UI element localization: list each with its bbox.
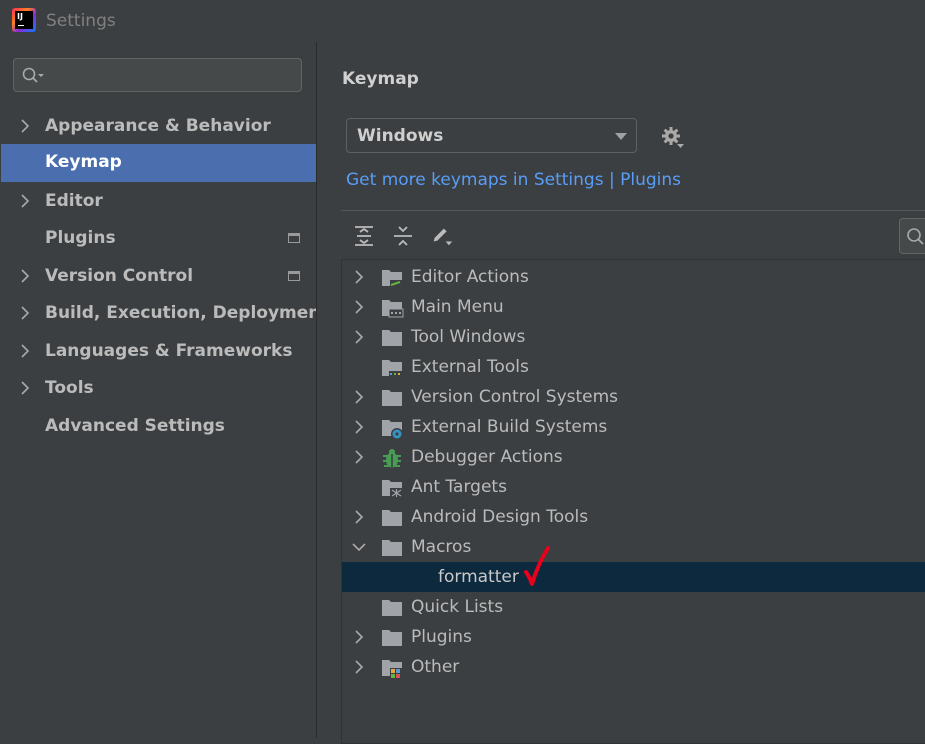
tree-row-label: formatter <box>438 567 519 587</box>
chevron-right-icon[interactable] <box>354 300 364 314</box>
sidebar-item-label: Advanced Settings <box>45 416 225 436</box>
sidebar-item-keymap[interactable]: Keymap <box>1 144 316 182</box>
keymap-panel: Keymap Windows Get more keymaps in Setti… <box>317 42 925 744</box>
sidebar-item-advanced-settings[interactable]: Advanced Settings <box>0 408 316 445</box>
tree-row-debugger-actions[interactable]: Debugger Actions <box>342 442 925 472</box>
chevron-right-icon <box>21 119 30 133</box>
sidebar-item-editor[interactable]: Editor <box>0 183 316 220</box>
search-icon <box>907 228 924 245</box>
intellij-logo-icon: IJ <box>12 8 36 32</box>
red-checkmark-icon <box>524 546 550 586</box>
tree-row-label: Macros <box>411 537 472 557</box>
tree-row-tool-windows[interactable]: Tool Windows <box>342 322 925 352</box>
get-more-keymaps-link[interactable]: Get more keymaps in Settings | Plugins <box>346 170 681 190</box>
chevron-right-icon <box>21 344 30 358</box>
settings-search-input[interactable] <box>13 58 302 92</box>
divider <box>341 210 925 211</box>
chevron-right-icon[interactable] <box>354 420 364 434</box>
search-icon <box>22 67 44 83</box>
tree-row-label: Ant Targets <box>411 477 507 497</box>
chevron-right-icon <box>21 269 30 283</box>
expand-all-icon[interactable] <box>352 224 376 248</box>
chevron-down-icon[interactable] <box>352 542 366 554</box>
sidebar-item-label: Version Control <box>45 266 194 286</box>
tree-row-main-menu[interactable]: Main Menu <box>342 292 925 322</box>
chevron-right-icon[interactable] <box>354 660 364 674</box>
folder-icon <box>382 330 402 346</box>
app-icon-text: IJ <box>17 12 23 21</box>
sidebar-item-label: Build, Execution, Deployment <box>45 303 329 323</box>
project-level-icon <box>288 271 300 281</box>
ant-folder-icon <box>382 480 403 498</box>
settings-sidebar: Appearance & Behavior Keymap Editor Plug… <box>0 42 329 738</box>
sidebar-item-label: Plugins <box>45 228 116 248</box>
window-title: Settings <box>46 11 116 31</box>
tree-row-label: External Build Systems <box>411 417 608 437</box>
tree-row-quick-lists[interactable]: Quick Lists <box>342 592 925 622</box>
sidebar-item-appearance-behavior[interactable]: Appearance & Behavior <box>0 108 316 145</box>
tree-row-external-build-systems[interactable]: External Build Systems <box>342 412 925 442</box>
chevron-right-icon[interactable] <box>354 330 364 344</box>
keymap-scheme-value: Windows <box>357 126 444 146</box>
keymap-scheme-select[interactable]: Windows <box>346 118 637 153</box>
build-systems-folder-icon <box>382 420 403 440</box>
tree-row-formatter[interactable]: formatter <box>342 546 925 592</box>
folder-icon <box>382 540 402 556</box>
tree-row-label: Version Control Systems <box>411 387 619 407</box>
other-folder-icon <box>382 660 403 678</box>
chevron-right-icon <box>21 381 30 395</box>
tree-row-plugins[interactable]: Plugins <box>342 622 925 652</box>
tree-row-label: Debugger Actions <box>411 447 563 467</box>
editor-actions-folder-icon <box>382 270 402 287</box>
gear-icon[interactable] <box>660 125 686 151</box>
folder-icon <box>382 630 402 646</box>
tree-row-version-control-systems[interactable]: Version Control Systems <box>342 382 925 412</box>
keymap-actions-tree[interactable]: Editor Actions Main Menu Tool Windows Ex… <box>341 259 925 744</box>
edit-shortcut-icon[interactable] <box>430 224 454 248</box>
tree-row-android-design-tools[interactable]: Android Design Tools <box>342 502 925 532</box>
tree-row-ant-targets[interactable]: Ant Targets <box>342 472 925 502</box>
tree-row-external-tools[interactable]: External Tools <box>342 352 925 382</box>
sidebar-item-version-control[interactable]: Version Control <box>0 258 316 295</box>
tree-row-label: Other <box>411 657 460 677</box>
sidebar-item-languages-frameworks[interactable]: Languages & Frameworks <box>0 333 316 370</box>
tree-row-label: Main Menu <box>411 297 504 317</box>
folder-icon <box>382 510 402 526</box>
title-bar: IJ Settings <box>0 0 925 43</box>
tree-row-label: Plugins <box>411 627 472 647</box>
chevron-right-icon[interactable] <box>354 450 364 464</box>
sidebar-item-label: Keymap <box>45 152 122 172</box>
tree-row-macros[interactable]: Macros <box>342 532 925 562</box>
folder-icon <box>382 600 402 616</box>
tree-row-other[interactable]: Other <box>342 652 925 682</box>
chevron-right-icon[interactable] <box>354 510 364 524</box>
tree-row-label: External Tools <box>411 357 529 377</box>
sidebar-item-plugins[interactable]: Plugins <box>0 220 316 257</box>
bug-icon <box>383 449 401 468</box>
tree-row-label: Quick Lists <box>411 597 504 617</box>
tree-row-editor-actions[interactable]: Editor Actions <box>342 262 925 292</box>
chevron-right-icon <box>21 194 30 208</box>
chevron-right-icon[interactable] <box>354 630 364 644</box>
tree-row-label: Tool Windows <box>411 327 526 347</box>
chevron-right-icon[interactable] <box>354 270 364 284</box>
sidebar-item-label: Tools <box>45 378 94 398</box>
sidebar-item-label: Languages & Frameworks <box>45 341 293 361</box>
main-menu-folder-icon <box>382 300 404 318</box>
collapse-all-icon[interactable] <box>391 224 415 248</box>
sidebar-item-label: Appearance & Behavior <box>45 116 271 136</box>
external-tools-folder-icon <box>382 360 403 377</box>
chevron-right-icon[interactable] <box>354 390 364 404</box>
sidebar-item-label: Editor <box>45 191 103 211</box>
shortcut-search-input[interactable] <box>899 218 925 254</box>
tree-row-label: Editor Actions <box>411 267 529 287</box>
tree-row-label: Android Design Tools <box>411 507 589 527</box>
sidebar-item-tools[interactable]: Tools <box>0 370 316 407</box>
folder-icon <box>382 390 402 406</box>
chevron-right-icon <box>21 306 30 320</box>
page-title: Keymap <box>342 69 419 89</box>
project-level-icon <box>288 233 300 243</box>
sidebar-item-build-execution-deployment[interactable]: Build, Execution, Deployment <box>0 295 329 332</box>
chevron-down-icon <box>615 133 627 140</box>
